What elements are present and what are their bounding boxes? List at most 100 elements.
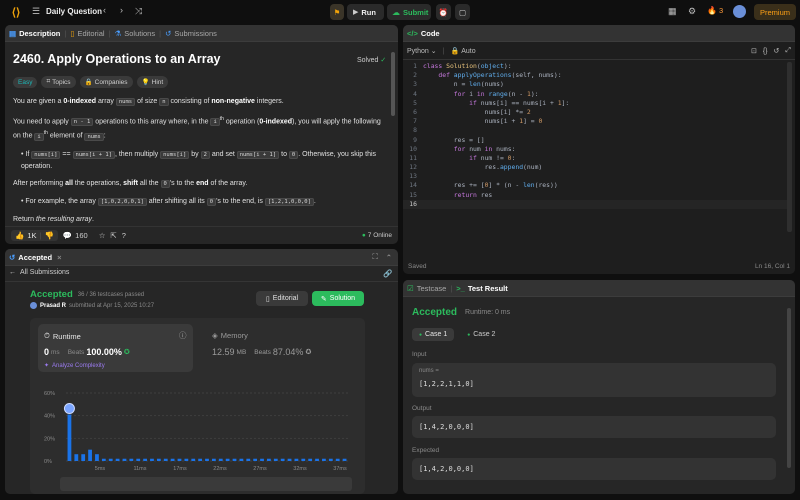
chart-bar[interactable] xyxy=(184,458,189,461)
problem-list-icon[interactable]: ☰ xyxy=(32,6,40,17)
chart-bar[interactable] xyxy=(225,458,230,461)
chart-bar[interactable] xyxy=(287,458,292,461)
avatar[interactable] xyxy=(733,5,746,18)
chart-bar[interactable] xyxy=(308,458,313,461)
notes-icon[interactable]: ▢ xyxy=(455,4,470,20)
comments-button[interactable]: 💬 160 xyxy=(63,231,88,240)
tab-code[interactable]: </> Code xyxy=(403,25,444,42)
info-icon[interactable]: ⓘ xyxy=(179,330,187,341)
description-scrollbar[interactable] xyxy=(391,52,395,116)
chart-bar[interactable] xyxy=(205,458,209,461)
chart-bar[interactable] xyxy=(246,458,251,461)
reset-icon[interactable]: ↺ xyxy=(774,47,780,55)
tab-submissions[interactable]: ↺ Submissions xyxy=(161,25,221,42)
close-icon[interactable]: × xyxy=(57,253,61,262)
chart-bar[interactable] xyxy=(136,458,141,461)
chart-bar[interactable] xyxy=(143,458,147,461)
chart-bar[interactable] xyxy=(253,458,258,461)
editorial-button[interactable]: ▯ Editorial xyxy=(256,291,308,306)
bookmark-icon[interactable]: ⊡ xyxy=(751,47,757,55)
chart-bar[interactable] xyxy=(294,458,299,461)
chart-bar[interactable] xyxy=(95,454,99,461)
auto-toggle[interactable]: 🔒 Auto xyxy=(451,47,476,56)
chart-bar[interactable] xyxy=(163,458,168,461)
layout-icon[interactable]: ▦ xyxy=(668,6,677,17)
chart-bar[interactable] xyxy=(74,454,79,461)
tab-accepted[interactable]: ↺ Accepted × xyxy=(5,249,65,266)
chart-bar[interactable] xyxy=(232,458,237,461)
case-2-tab[interactable]: ● Case 2 xyxy=(460,328,502,341)
premium-button[interactable]: Premium xyxy=(754,4,797,20)
chart-bar[interactable] xyxy=(239,458,244,461)
next-problem-icon[interactable]: › xyxy=(120,5,123,15)
braces-icon[interactable]: {} xyxy=(763,48,768,55)
tab-testcase[interactable]: ☑ Testcase xyxy=(403,280,450,297)
thumbs-down-icon[interactable]: 👎 xyxy=(44,231,53,240)
tab-solutions[interactable]: ⚗ Solutions xyxy=(111,25,160,42)
submitter-name[interactable]: Prasad R xyxy=(40,303,66,309)
language-select[interactable]: Python ⌄ xyxy=(407,47,437,56)
chart-bar[interactable] xyxy=(122,458,127,461)
submit-button[interactable]: ☁ Submit xyxy=(387,4,431,20)
maximize-icon[interactable]: ⛶ xyxy=(372,252,377,262)
chart-bar[interactable] xyxy=(115,458,120,461)
chart-bar[interactable] xyxy=(328,458,333,461)
chart-bar[interactable] xyxy=(280,458,285,461)
chart-bar[interactable] xyxy=(129,458,134,461)
chart-bar[interactable] xyxy=(81,454,86,461)
chart-bar[interactable] xyxy=(315,458,319,461)
chart-bar[interactable] xyxy=(177,458,182,461)
chart-bar[interactable] xyxy=(170,458,175,461)
solution-button[interactable]: ✎ Solution xyxy=(312,291,364,306)
case-1-tab[interactable]: ● Case 1 xyxy=(412,328,455,341)
collapse-icon[interactable]: ⌃ xyxy=(386,253,392,262)
help-icon[interactable]: ? xyxy=(122,231,126,240)
runtime-card[interactable]: ⏱ Runtime ⓘ 0 ms Beats 100.00% ✪ ✦ Analyze… xyxy=(38,324,193,372)
chart-bar[interactable] xyxy=(273,458,278,461)
tab-test-result[interactable]: >_ Test Result xyxy=(452,280,511,297)
shuffle-icon[interactable]: ⤨ xyxy=(135,6,142,17)
debug-icon[interactable]: ⚑ xyxy=(330,4,344,20)
star-icon[interactable]: ☆ xyxy=(99,231,106,240)
chart-bar[interactable] xyxy=(218,458,223,461)
share-icon[interactable]: ⇱ xyxy=(110,231,116,240)
chart-bar[interactable] xyxy=(198,458,203,461)
memory-card[interactable]: ◈ Memory 12.59 MB Beats 87.04% ✪ xyxy=(206,324,356,372)
run-button[interactable]: ▶ Run xyxy=(347,4,384,20)
topics-chip[interactable]: ⌗ Topics xyxy=(41,76,76,88)
streak-counter[interactable]: 🔥 3 xyxy=(707,6,723,15)
chart-bar[interactable] xyxy=(322,458,326,461)
chart-bar[interactable] xyxy=(156,458,161,461)
code-editor[interactable]: 1 class Solution(object): 2 def applyOper… xyxy=(403,62,788,209)
link-icon[interactable]: 🔗 xyxy=(383,269,392,278)
timer-icon[interactable]: ⏰ xyxy=(436,4,451,20)
chart-bar[interactable] xyxy=(260,458,264,461)
tab-editorial[interactable]: ▯ Editorial xyxy=(66,25,108,42)
chart-range-selector[interactable] xyxy=(60,477,352,491)
difficulty-badge[interactable]: Easy xyxy=(13,76,38,88)
tab-description[interactable]: ▤ Description xyxy=(5,25,64,42)
chart-bar[interactable] xyxy=(88,449,92,461)
analyze-complexity-link[interactable]: ✦ Analyze Complexity xyxy=(44,362,105,370)
chart-bar[interactable] xyxy=(150,458,154,461)
code-scrollbar[interactable] xyxy=(787,62,792,232)
problem-list-title[interactable]: Daily Question xyxy=(46,7,102,16)
chart-bar[interactable] xyxy=(342,458,347,461)
like-button[interactable]: 👍 1K | 👎 xyxy=(11,230,58,241)
chart-bar[interactable] xyxy=(191,458,196,461)
chart-bar[interactable] xyxy=(301,458,306,461)
chart-bar[interactable] xyxy=(211,458,216,461)
hint-chip[interactable]: 💡 Hint xyxy=(136,76,169,88)
chart-bar[interactable] xyxy=(267,458,271,461)
leetcode-logo[interactable]: ⟨⟩ xyxy=(8,4,24,20)
chart-bar[interactable] xyxy=(101,458,106,461)
test-scrollbar[interactable] xyxy=(787,308,791,468)
expand-icon[interactable]: ⤢ xyxy=(785,47,791,55)
companies-chip[interactable]: 🔒 Companies xyxy=(79,76,133,88)
chart-bar[interactable] xyxy=(335,458,340,461)
chart-bar[interactable] xyxy=(67,414,72,461)
prev-problem-icon[interactable]: ‹ xyxy=(103,5,106,15)
back-to-submissions[interactable]: ← All Submissions xyxy=(9,269,69,276)
chart-bar[interactable] xyxy=(108,458,113,461)
settings-icon[interactable]: ⚙ xyxy=(688,6,696,17)
